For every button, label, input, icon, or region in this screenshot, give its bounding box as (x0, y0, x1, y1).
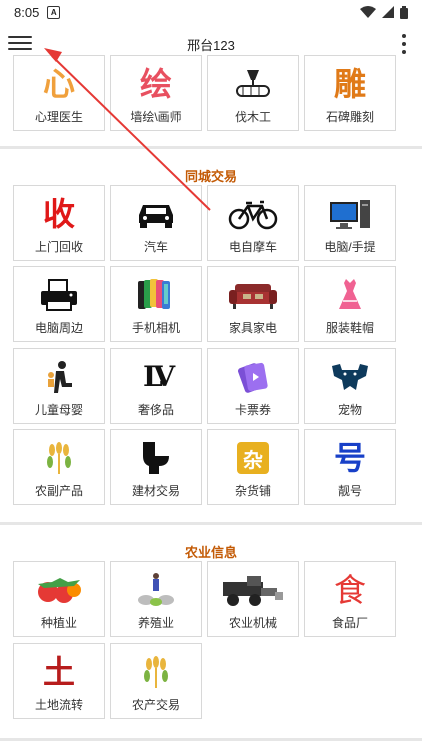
grid-item-breeding[interactable]: 养殖业 (110, 561, 202, 637)
grid-item-label: 宠物 (337, 403, 362, 417)
battery-icon (400, 5, 408, 19)
grid-item-label: 汽车 (143, 240, 168, 254)
recycle-icon: 收 (42, 195, 75, 233)
farming-icon (111, 572, 201, 608)
grid-item-bicycle[interactable]: 电自摩车 (207, 185, 299, 261)
grid-item-food-factory[interactable]: 食 食品厂 (304, 561, 396, 637)
grid-item-computer[interactable]: 电脑/手提 (304, 185, 396, 261)
grid-item-label: 墙绘\画师 (130, 110, 182, 124)
stone-carving-icon: 雕 (333, 65, 366, 103)
pet-icon (305, 359, 395, 395)
divider (0, 146, 422, 149)
dot (402, 50, 406, 54)
ticket-icon (208, 359, 298, 395)
mother-baby-icon (14, 359, 104, 395)
grid-item-label: 伐木工 (234, 110, 271, 124)
section-title-agriculture: 农业信息 (184, 545, 237, 560)
grid-item-label: 电脑/手提 (324, 240, 376, 254)
number-icon: 号 (333, 439, 366, 477)
grid-item-luxury[interactable]: LV 奢侈品 (110, 348, 202, 424)
menu-icon-bar (8, 48, 32, 50)
grid-item-logging[interactable]: 伐木工 (207, 55, 299, 131)
grid-item-label: 农副产品 (34, 484, 83, 498)
grid-item-printer[interactable]: 电脑周边 (13, 266, 105, 342)
grid-item-label: 石碑雕刻 (325, 110, 374, 124)
land-icon: 土 (42, 653, 75, 691)
grid-item-label: 建材交易 (131, 484, 180, 498)
grid-item-label: 家具家电 (228, 321, 277, 335)
menu-icon-bar (8, 36, 32, 38)
vegetables-icon (14, 572, 104, 608)
grocery-icon: 杂 (208, 440, 298, 476)
grid-item-mural[interactable]: 绘 墙绘\画师 (110, 55, 202, 131)
food-factory-icon: 食 (333, 571, 366, 609)
grid-item-label: 食品厂 (331, 616, 368, 630)
mural-icon: 绘 (139, 65, 172, 103)
grid-item-label: 电自摩车 (228, 240, 277, 254)
grid-item-label: 儿童母婴 (34, 403, 83, 417)
grid-item-label: 种植业 (40, 616, 77, 630)
phones-icon (111, 277, 201, 313)
printer-icon (14, 277, 104, 313)
page-title: 邢台123 (187, 37, 235, 53)
grid-item-label: 服装鞋帽 (325, 321, 374, 335)
menu-icon-bar (8, 42, 32, 44)
grid-item-label: 养殖业 (137, 616, 174, 630)
grid-item-label: 手机相机 (131, 321, 180, 335)
divider (0, 738, 422, 741)
car-icon (111, 196, 201, 232)
harvester-icon (208, 572, 298, 608)
status-time: 8:05 (14, 4, 40, 20)
bicycle-icon (208, 196, 298, 232)
grid-item-land-transfer[interactable]: 土 土地流转 (13, 643, 105, 719)
grid-item-pets[interactable]: 宠物 (304, 348, 396, 424)
grid-item-car[interactable]: 汽车 (110, 185, 202, 261)
grid-item-label: 杂货铺 (234, 484, 271, 498)
computer-icon (305, 196, 395, 232)
grid-item-recycle[interactable]: 收 上门回收 (13, 185, 105, 261)
grid-item-label: 卡票券 (234, 403, 271, 417)
grid-item-clothing[interactable]: 服装鞋帽 (304, 266, 396, 342)
logging-icon (208, 66, 298, 102)
grid-item-tickets[interactable]: 卡票券 (207, 348, 299, 424)
grid-item-label: 靓号 (337, 484, 362, 498)
grid-item-label: 电脑周边 (34, 321, 83, 335)
grid-item-building-materials[interactable]: 建材交易 (110, 429, 202, 505)
status-bar: 8:05 A (0, 0, 422, 24)
more-options-button[interactable] (402, 34, 406, 54)
grid-item-label: 奢侈品 (137, 403, 174, 417)
dot (402, 34, 406, 38)
psychology-icon: 心 (42, 65, 75, 103)
divider (0, 522, 422, 525)
sofa-icon (208, 277, 298, 313)
section-title-local-trade: 同城交易 (184, 169, 237, 184)
menu-button[interactable] (8, 32, 32, 54)
wifi-icon (360, 6, 376, 18)
grid-item-label: 农产交易 (131, 698, 180, 712)
grid-item-stone-carving[interactable]: 雕 石碑雕刻 (304, 55, 396, 131)
grid-item-grocery[interactable]: 杂 杂货铺 (207, 429, 299, 505)
wheat-icon (111, 654, 201, 690)
grid-item-machinery[interactable]: 农业机械 (207, 561, 299, 637)
grid-item-furniture[interactable]: 家具家电 (207, 266, 299, 342)
grid-item-lucky-number[interactable]: 号 靓号 (304, 429, 396, 505)
grid-item-planting[interactable]: 种植业 (13, 561, 105, 637)
dress-icon (305, 277, 395, 313)
notification-icon: A (47, 5, 61, 19)
grid-item-psychology[interactable]: 心 心理医生 (13, 55, 105, 131)
grid-item-label: 上门回收 (34, 240, 83, 254)
grid-item-label: 土地流转 (34, 698, 83, 712)
grid-item-label: 农业机械 (228, 616, 277, 630)
toilet-icon (111, 440, 201, 476)
grid-item-agri-trade[interactable]: 农产交易 (110, 643, 202, 719)
luxury-icon: LV (142, 360, 175, 393)
signal-icon (382, 6, 394, 18)
grid-item-mother-baby[interactable]: 儿童母婴 (13, 348, 105, 424)
grid-item-phones[interactable]: 手机相机 (110, 266, 202, 342)
wheat-icon (14, 440, 104, 476)
dot (402, 42, 406, 46)
grid-item-label: 心理医生 (34, 110, 83, 124)
grid-item-agri-products[interactable]: 农副产品 (13, 429, 105, 505)
